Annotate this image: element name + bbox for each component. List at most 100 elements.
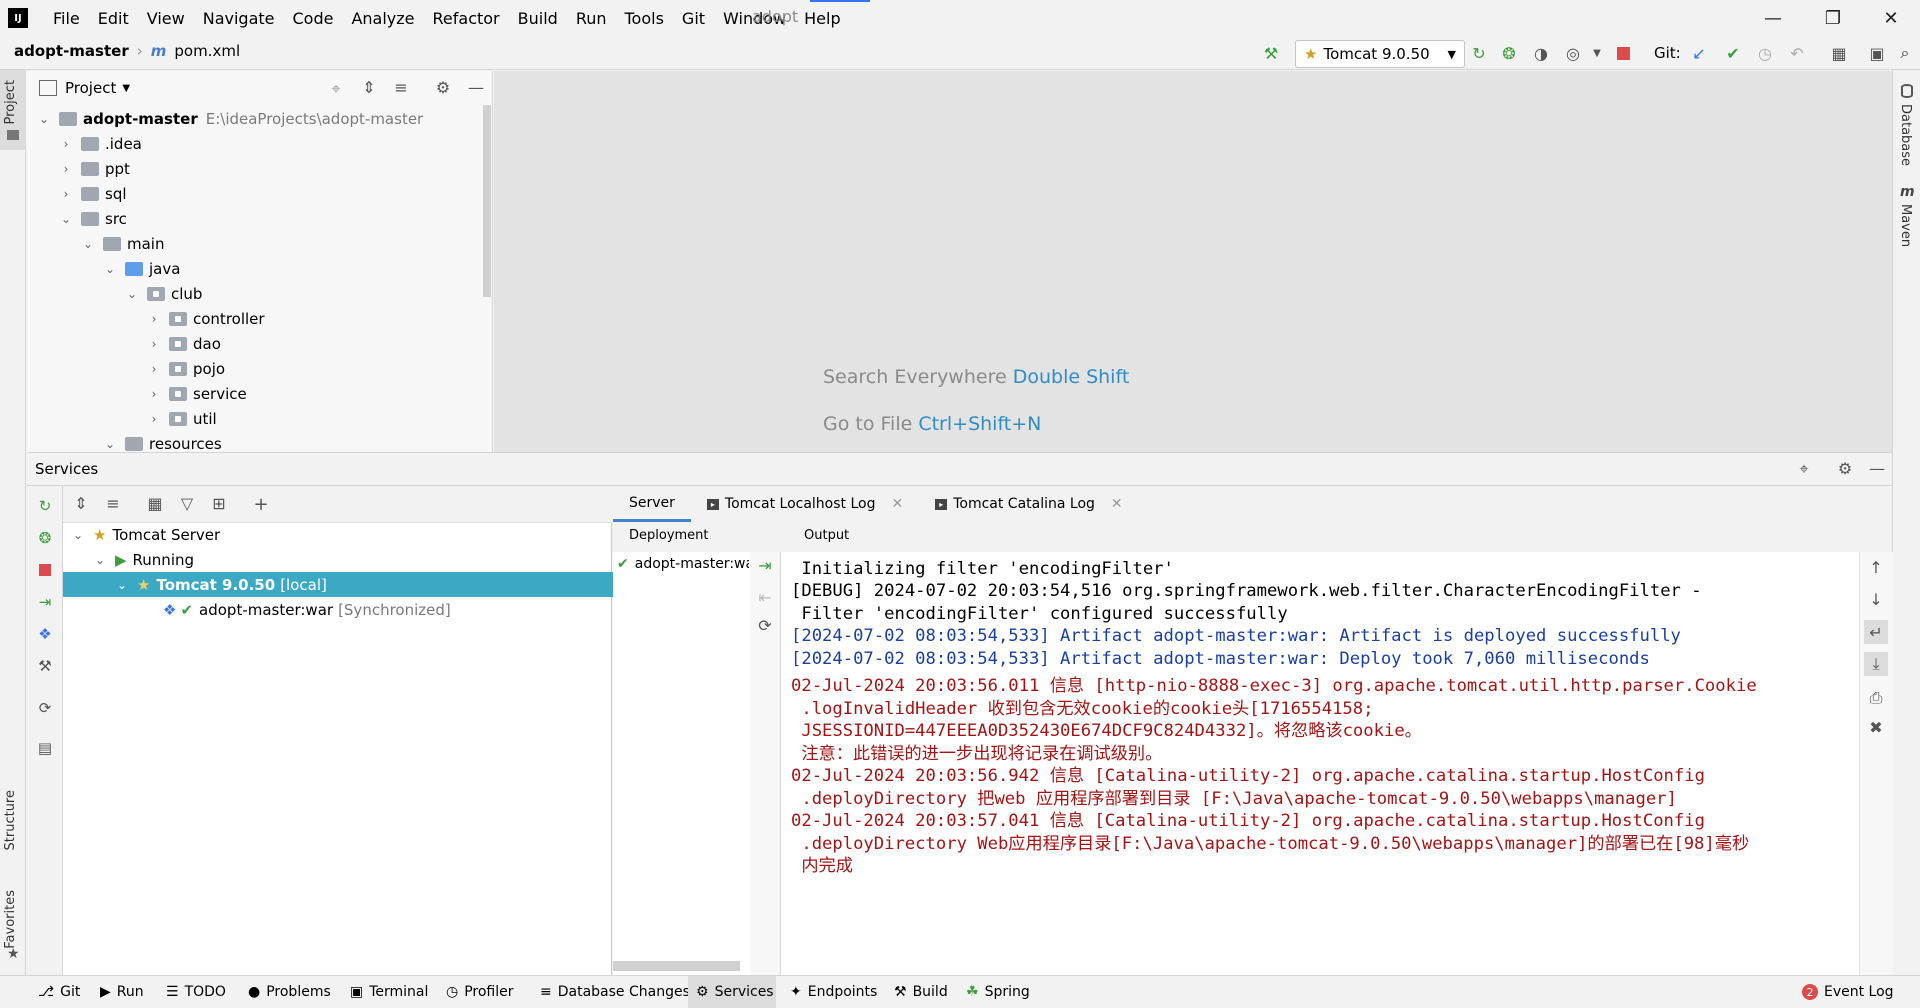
tree-row-controller[interactable]: › controller [27,306,265,331]
debug-icon[interactable]: ❂ [1498,42,1520,64]
editor-area[interactable]: Search Everywhere Double Shift Go to Fil… [494,71,1892,452]
tree-row-club[interactable]: ⌄ club [27,281,202,306]
chevron-right-icon[interactable]: › [147,387,161,401]
undeploy-icon[interactable]: ⇤ [755,588,775,607]
tree-row-tomcat-server[interactable]: ⌄ ★ Tomcat Server [63,522,620,547]
menu-help[interactable]: Help [795,9,849,28]
locate-icon[interactable]: ⌖ [327,79,345,99]
status-services[interactable]: ⚙ Services [688,976,776,1008]
menu-refactor[interactable]: Refactor [424,9,509,28]
chevron-down-icon[interactable]: ▼ [122,83,130,94]
menu-build[interactable]: Build [509,9,567,28]
status-endpoints[interactable]: ✦ Endpoints [782,976,885,1008]
tab-catalina-log[interactable]: ▸ Tomcat Catalina Log ✕ [919,486,1138,522]
soft-wrap-icon[interactable]: ↵ [1864,620,1888,644]
locate-icon[interactable]: ⌖ [1794,459,1814,479]
project-view-selector[interactable]: Project [65,79,116,97]
minimize-button[interactable]: — [1744,0,1802,36]
tree-row-running[interactable]: ⌄ ▶ Running [63,547,642,572]
close-window-button[interactable]: ✕ [1862,0,1920,36]
menu-file[interactable]: File [44,9,89,28]
chevron-right-icon[interactable]: › [59,162,73,176]
project-scrollbar[interactable] [483,105,491,297]
tree-row-ppt[interactable]: › ppt [27,156,130,181]
run-config-dropdown[interactable]: ★ Tomcat 9.0.50 ▼ [1295,40,1465,68]
tree-row-util[interactable]: › util [27,406,217,431]
favorites-tab[interactable]: Favorites [3,890,18,949]
status-todo[interactable]: ☰ TODO [158,976,234,1008]
tab-server[interactable]: Server [613,486,691,522]
chevron-down-icon[interactable]: ⌄ [59,212,73,226]
git-commit-icon[interactable]: ✔ [1722,42,1744,64]
debug-icon[interactable]: ❂ [35,528,55,548]
tree-row-src[interactable]: ⌄ src [27,206,127,231]
filter-icon[interactable]: ▽ [177,494,197,513]
project-structure-icon[interactable]: ▦ [1828,42,1850,64]
terminal-window-icon[interactable]: ▣ [1866,42,1888,64]
chevron-down-icon[interactable]: ⌄ [37,112,51,126]
menu-tools[interactable]: Tools [616,9,673,28]
more-run-chevron-icon[interactable]: ▼ [1586,42,1608,64]
new-tab-icon[interactable]: ⊞ [209,494,229,513]
tree-row-main[interactable]: ⌄ main [27,231,165,256]
status-run[interactable]: ▶ Run [92,976,152,1008]
chevron-down-icon[interactable]: ⌄ [125,287,139,301]
project-tool-tab[interactable]: Project [0,70,26,150]
chevron-down-icon[interactable]: ⌄ [93,553,107,567]
status-build[interactable]: ⚒ Build [886,976,956,1008]
menu-navigate[interactable]: Navigate [194,9,284,28]
database-tab[interactable]: Database [1898,104,1913,166]
chevron-down-icon[interactable]: ⌄ [71,528,85,542]
breadcrumb-project[interactable]: adopt-master [14,42,129,60]
expand-all-icon[interactable]: ⇕ [71,494,91,513]
git-history-icon[interactable]: ◷ [1754,42,1776,64]
git-update-icon[interactable]: ↙ [1688,42,1710,64]
tree-row-tomcat-instance[interactable]: ⌄ ★ Tomcat 9.0.50 [local] [63,572,664,597]
tree-row-pojo[interactable]: › pojo [27,356,225,381]
git-rollback-icon[interactable]: ↶ [1786,42,1808,64]
status-spring[interactable]: ☘ Spring [958,976,1038,1008]
tree-row-sql[interactable]: › sql [27,181,127,206]
group-by-icon[interactable]: ▦ [145,494,165,513]
chevron-down-icon[interactable]: ⌄ [103,437,117,451]
breadcrumb-file[interactable]: pom.xml [174,42,240,60]
tree-row-dao[interactable]: › dao [27,331,221,356]
chevron-right-icon[interactable]: › [59,187,73,201]
chevron-down-icon[interactable]: ⌄ [103,262,117,276]
chevron-down-icon[interactable]: ⌄ [81,237,95,251]
expand-all-icon[interactable]: ⇕ [360,78,378,97]
status-terminal[interactable]: ▣ Terminal [342,976,436,1008]
chevron-right-icon[interactable]: › [147,337,161,351]
scroll-up-icon[interactable]: ↑ [1866,558,1886,577]
gear-icon[interactable]: ⚙ [434,78,452,97]
status-profiler[interactable]: ◷ Profiler [438,976,522,1008]
hide-icon[interactable]: — [1867,459,1887,478]
status-database-changes[interactable]: ≡ Database Changes [532,976,698,1008]
close-icon[interactable]: ✕ [1111,496,1123,512]
rerun-icon[interactable]: ↻ [35,496,55,516]
rerun-icon[interactable]: ↻ [1468,42,1490,64]
search-icon[interactable]: ⌕ [1894,42,1916,64]
artifacts-icon[interactable]: ❖ [35,624,55,644]
tree-row-service[interactable]: › service [27,381,247,406]
menu-run[interactable]: Run [567,9,616,28]
gear-icon[interactable]: ⚙ [1835,459,1855,478]
output-console[interactable]: Initializing filter 'encodingFilter' [DE… [781,552,1871,962]
menu-git[interactable]: Git [673,9,714,28]
collapse-all-icon[interactable]: ≡ [103,494,123,513]
hide-icon[interactable]: — [467,78,485,97]
stop-icon[interactable] [1612,42,1634,64]
maven-tab[interactable]: Maven [1898,204,1913,247]
refresh-icon[interactable]: ⟳ [35,698,55,718]
wrench-icon[interactable]: ⚒ [35,656,55,676]
tree-row-java[interactable]: ⌄ java [27,256,180,281]
close-icon[interactable]: ✕ [891,496,903,512]
build-hammer-icon[interactable]: ⚒ [1260,42,1282,64]
tab-localhost-log[interactable]: ▸ Tomcat Localhost Log ✕ [691,486,919,522]
status-problems[interactable]: ● Problems [240,976,339,1008]
deploy-icon[interactable]: ⇥ [755,556,775,575]
print-icon[interactable]: ⎙ [1866,688,1886,708]
menu-code[interactable]: Code [284,9,343,28]
status-event-log[interactable]: 2 Event Log [1794,976,1902,1008]
menu-analyze[interactable]: Analyze [342,9,423,28]
